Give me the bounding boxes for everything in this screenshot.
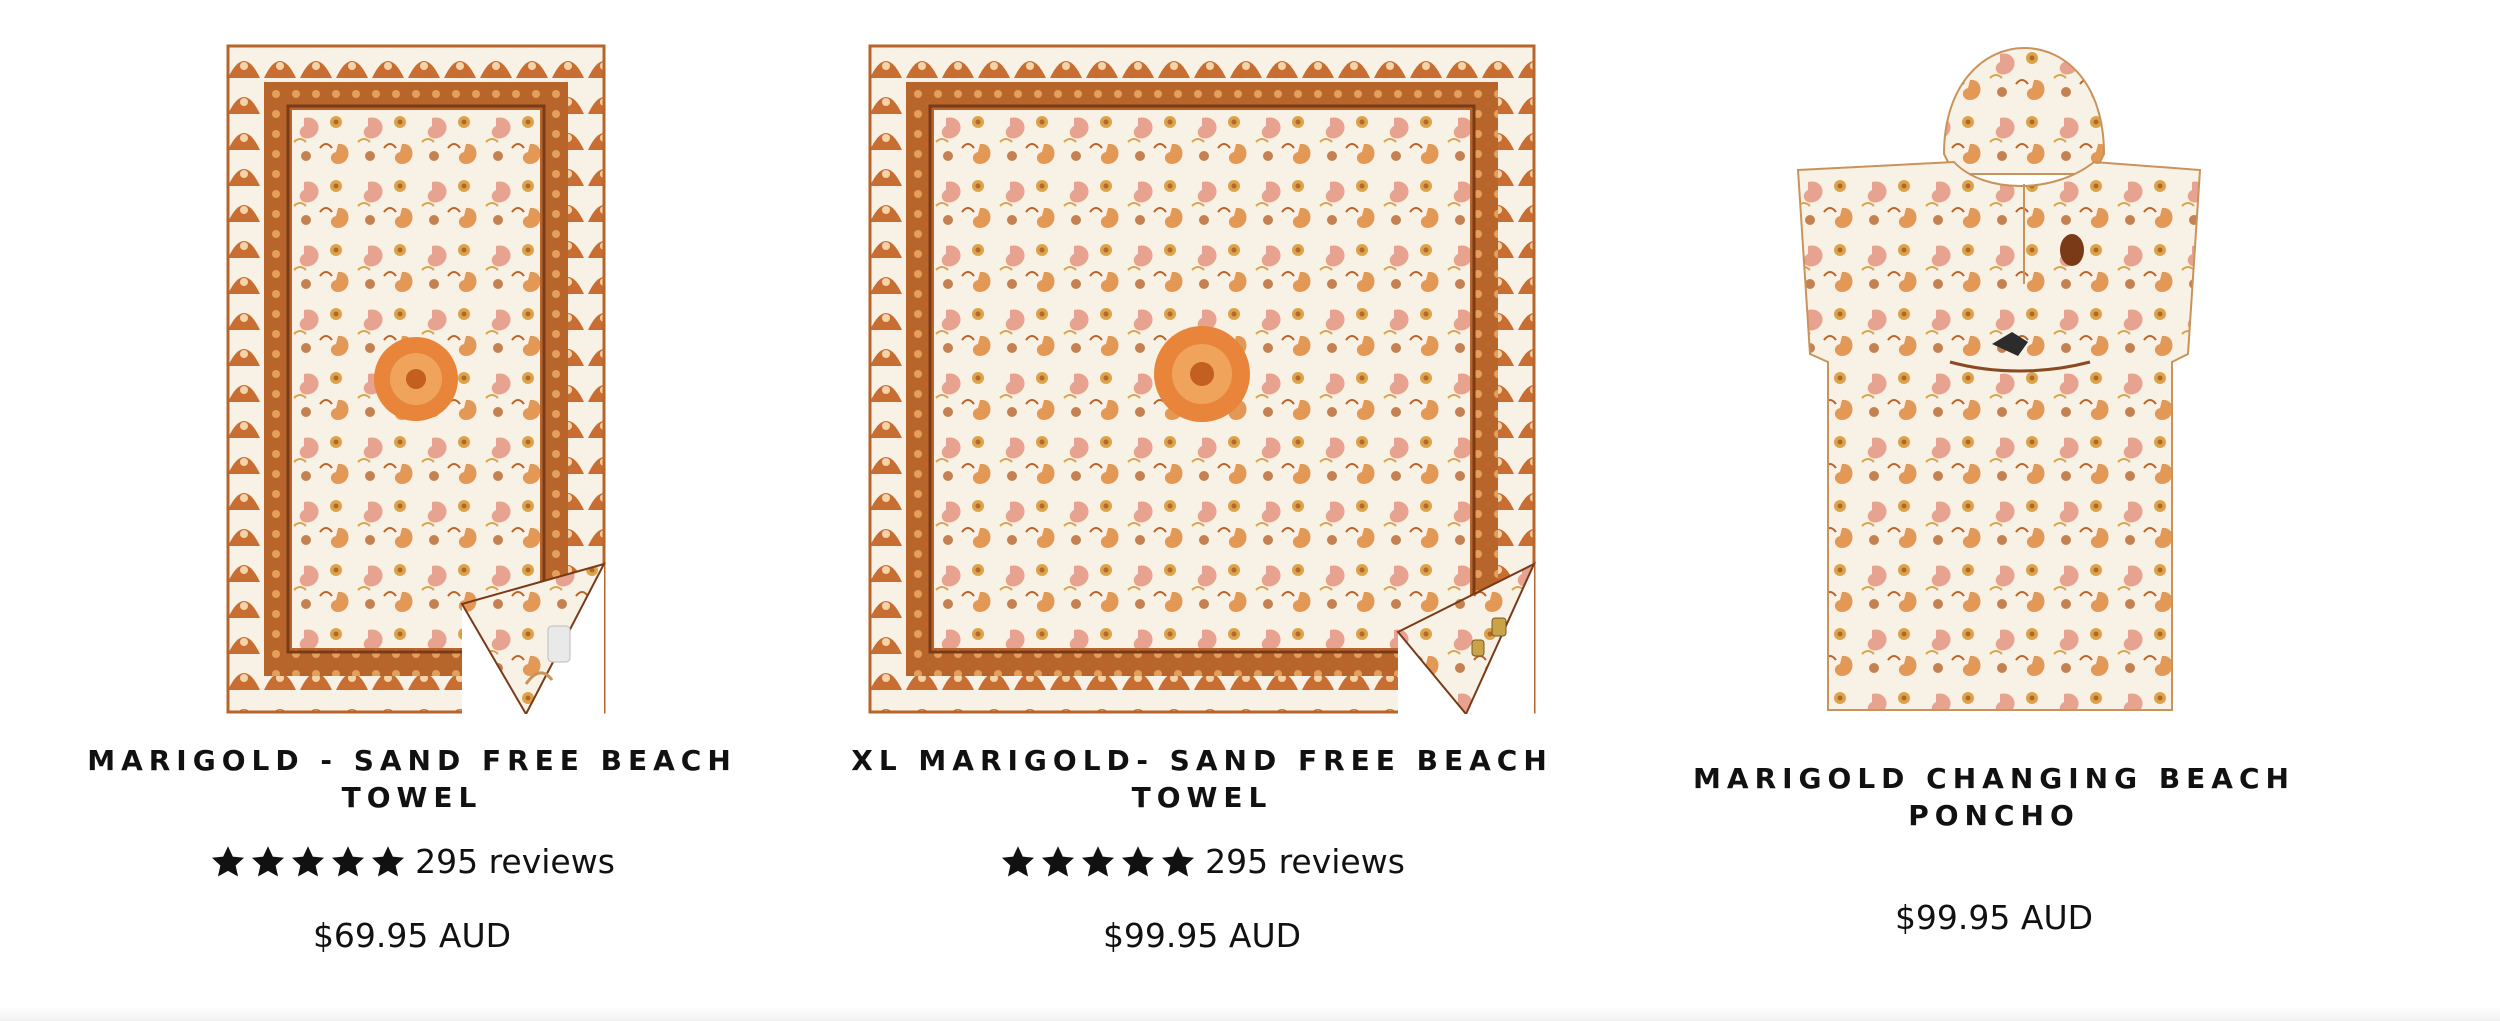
star-icon xyxy=(289,844,327,880)
product-price: $99.95 AUD xyxy=(1894,898,2094,937)
product-rating: 295 reviews xyxy=(32,842,792,881)
beach-towel-image[interactable] xyxy=(226,44,606,714)
star-icon xyxy=(249,844,287,880)
product-title-line[interactable]: TOWEL xyxy=(822,779,1582,816)
star-icon xyxy=(999,844,1037,880)
product-title[interactable]: MARIGOLD CHANGING BEACH PONCHO xyxy=(1614,760,2374,834)
product-title-line[interactable]: MARIGOLD CHANGING BEACH xyxy=(1614,760,2374,797)
product-title-line[interactable]: TOWEL xyxy=(32,779,792,816)
star-icon xyxy=(369,844,407,880)
star-icon xyxy=(1079,844,1117,880)
product-title[interactable]: MARIGOLD - SAND FREE BEACH TOWEL xyxy=(32,742,792,816)
product-title-line[interactable]: PONCHO xyxy=(1614,797,2374,834)
product-price: $69.95 AUD xyxy=(312,916,512,955)
reviews-link[interactable]: 295 reviews xyxy=(1205,842,1405,881)
reviews-link[interactable]: 295 reviews xyxy=(415,842,615,881)
product-price: $99.95 AUD xyxy=(1102,916,1302,955)
poncho-image[interactable] xyxy=(1794,44,2204,714)
star-icon xyxy=(1039,844,1077,880)
product-title-line[interactable]: XL MARIGOLD- SAND FREE BEACH xyxy=(822,742,1582,779)
product-title[interactable]: XL MARIGOLD- SAND FREE BEACH TOWEL xyxy=(822,742,1582,816)
product-rating: 295 reviews xyxy=(822,842,1582,881)
star-icon xyxy=(1119,844,1157,880)
star-icon xyxy=(1159,844,1197,880)
product-title-line[interactable]: MARIGOLD - SAND FREE BEACH xyxy=(32,742,792,779)
page-bottom-divider xyxy=(0,1007,2500,1021)
xl-beach-towel-image[interactable] xyxy=(868,44,1536,714)
star-icon xyxy=(209,844,247,880)
star-icon xyxy=(329,844,367,880)
